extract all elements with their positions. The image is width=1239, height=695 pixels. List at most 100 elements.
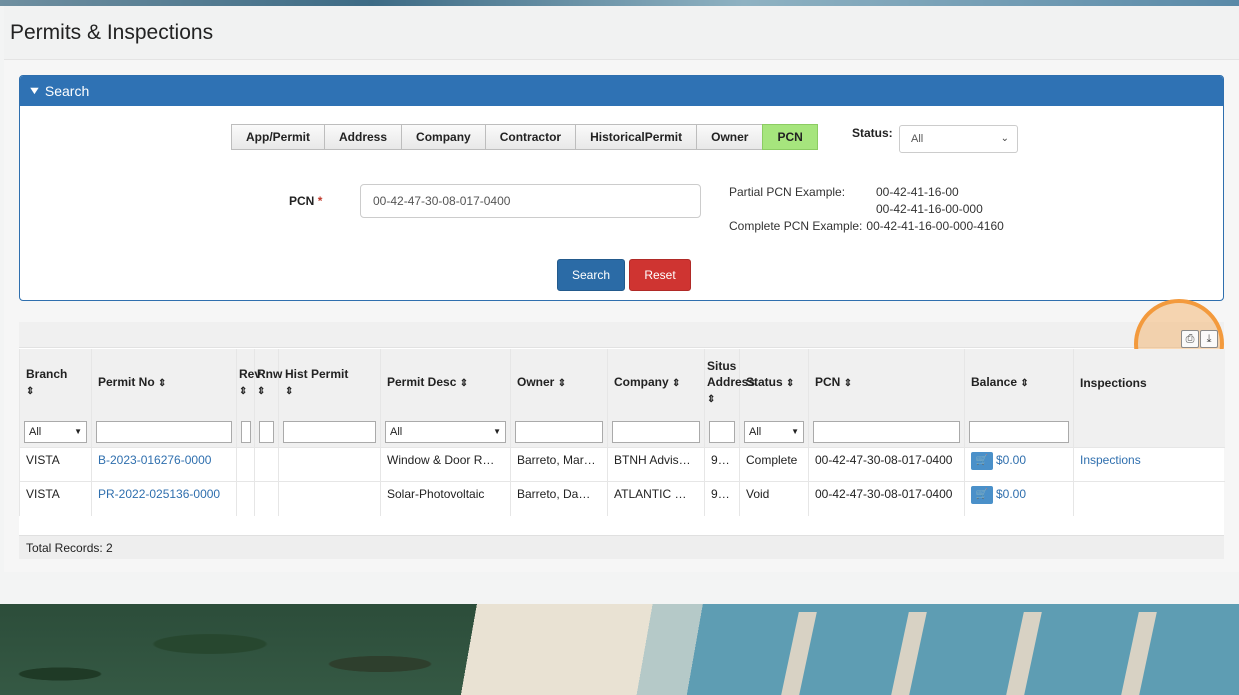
cell-permit-desc: Solar-Photovoltaic xyxy=(380,481,511,516)
rev-filter[interactable] xyxy=(241,421,251,443)
title-bar: Permits & Inspections xyxy=(4,6,1239,60)
column-header-permit-desc[interactable]: Permit Desc ⇕ xyxy=(380,349,511,417)
cart-icon[interactable]: 🛒 xyxy=(971,486,993,504)
cell-hist-permit xyxy=(278,481,381,516)
pcn-label: PCN * xyxy=(289,194,322,208)
print-icon[interactable]: ⎙ xyxy=(1181,330,1199,348)
column-header-hist-permit[interactable]: Hist Permit ⇕ xyxy=(278,349,381,417)
search-type-tabs: App/Permit Address Company Contractor Hi… xyxy=(231,124,818,150)
results-grid: ⎙ ⤓ Branch ⇕ Permit No ⇕ Rev ⇕ Rnw ⇕ Hist P… xyxy=(19,299,1225,559)
inspections-link[interactable]: Inspections xyxy=(1080,453,1141,467)
situs-address-filter[interactable] xyxy=(709,421,735,443)
column-header-rnw[interactable]: Rnw ⇕ xyxy=(254,349,282,417)
column-header-balance[interactable]: Balance ⇕ xyxy=(964,349,1074,417)
cell-company: ATLANTIC … xyxy=(607,481,705,516)
sort-icon: ⇕ xyxy=(239,386,248,397)
tab-company[interactable]: Company xyxy=(401,124,486,150)
permit-no-filter[interactable] xyxy=(96,421,232,443)
status-filter[interactable]: All ▼ xyxy=(744,421,804,443)
permit-desc-filter[interactable]: All ▼ xyxy=(385,421,506,443)
cell-permit-desc: Window & Door R… xyxy=(380,447,511,482)
pcn-input[interactable] xyxy=(360,184,701,218)
column-header-company[interactable]: Company ⇕ xyxy=(607,349,705,417)
background-palms xyxy=(0,604,500,695)
sort-icon: ⇕ xyxy=(672,378,681,389)
cell-branch: VISTA xyxy=(19,481,92,516)
sort-icon: ⇕ xyxy=(158,378,167,389)
sort-icon: ⇕ xyxy=(1020,378,1029,389)
column-header-rev[interactable]: Rev ⇕ xyxy=(236,349,261,417)
reset-button[interactable]: Reset xyxy=(629,259,691,291)
column-header-branch[interactable]: Branch ⇕ xyxy=(19,349,92,417)
pcn-examples: Partial PCN Example: 00-42-41-16-00 00-4… xyxy=(729,184,1004,235)
balance-filter[interactable] xyxy=(969,421,1069,443)
pcn-filter[interactable] xyxy=(813,421,960,443)
sort-icon: ⇕ xyxy=(26,386,35,397)
cell-branch: VISTA xyxy=(19,447,92,482)
caret-down-icon: ▼ xyxy=(791,427,799,436)
filter-row: All ▼ All ▼ All ▼ xyxy=(19,417,1225,448)
chevron-down-icon: ⌄ xyxy=(1000,133,1009,144)
cart-icon[interactable]: 🛒 xyxy=(971,452,993,470)
sort-icon: ⇕ xyxy=(843,378,853,389)
column-header-permit-no[interactable]: Permit No ⇕ xyxy=(91,349,237,417)
cell-situs-address: 966… xyxy=(704,481,740,516)
partial-example-1: 00-42-41-16-00 xyxy=(876,185,959,199)
column-header-pcn[interactable]: PCN ⇕ xyxy=(808,349,965,417)
search-button[interactable]: Search xyxy=(557,259,625,291)
required-marker: * xyxy=(317,194,323,208)
caret-down-icon: ▼ xyxy=(74,427,82,436)
column-header-inspections: Inspections xyxy=(1073,349,1225,417)
chevron-down-icon: ▼ xyxy=(27,85,42,97)
hist-permit-filter[interactable] xyxy=(283,421,376,443)
cell-status: Complete xyxy=(739,447,809,482)
sort-icon: ⇕ xyxy=(257,386,266,397)
results-table: Branch ⇕ Permit No ⇕ Rev ⇕ Rnw ⇕ Hist Permi… xyxy=(19,349,1225,516)
complete-example: 00-42-41-16-00-000-4160 xyxy=(866,219,1004,233)
company-filter[interactable] xyxy=(612,421,700,443)
cell-situs-address: 966… xyxy=(704,447,740,482)
sort-icon: ⇕ xyxy=(285,386,294,397)
download-icon[interactable]: ⤓ xyxy=(1200,330,1218,348)
partial-example-label: Partial PCN Example: xyxy=(729,185,846,199)
column-header-status[interactable]: Status ⇕ xyxy=(739,349,809,417)
tab-pcn[interactable]: PCN xyxy=(762,124,818,150)
permit-no-link[interactable]: PR-2022-025136-0000 xyxy=(98,487,220,501)
partial-example-2: 00-42-41-16-00-000 xyxy=(876,202,983,216)
balance-link[interactable]: $0.00 xyxy=(996,453,1026,467)
cell-rnw xyxy=(254,481,279,516)
page-title: Permits & Inspections xyxy=(10,21,214,44)
sort-icon: ⇕ xyxy=(786,378,795,389)
cell-rev xyxy=(236,447,255,482)
complete-example-label: Complete PCN Example: xyxy=(729,219,863,233)
sort-icon: ⇕ xyxy=(557,378,567,389)
status-select-value: All xyxy=(911,133,924,145)
caret-down-icon: ▼ xyxy=(493,427,501,436)
rnw-filter[interactable] xyxy=(259,421,274,443)
column-header-situs-address[interactable]: Situs Address ⇕ xyxy=(704,349,755,417)
tab-contractor[interactable]: Contractor xyxy=(484,124,577,150)
tab-app-permit[interactable]: App/Permit xyxy=(231,124,326,150)
cell-pcn: 00-42-47-30-08-017-0400 xyxy=(808,447,965,482)
sort-icon: ⇕ xyxy=(707,394,716,405)
column-header-owner[interactable]: Owner ⇕ xyxy=(510,349,608,417)
page-container: Permits & Inspections ▼ Search App/Permi… xyxy=(4,6,1239,572)
table-row: VISTA PR-2022-025136-0000 Solar-Photovol… xyxy=(19,481,1225,516)
owner-filter[interactable] xyxy=(515,421,603,443)
cell-owner: Barreto, Da… xyxy=(510,481,608,516)
tab-historical-permit[interactable]: HistoricalPermit xyxy=(575,124,698,150)
pcn-label-text: PCN xyxy=(289,194,315,208)
search-panel-title: Search xyxy=(44,83,90,99)
cell-company: BTNH Advis… xyxy=(607,447,705,482)
cell-pcn: 00-42-47-30-08-017-0400 xyxy=(808,481,965,516)
branch-filter[interactable]: All ▼ xyxy=(24,421,87,443)
header-row: Branch ⇕ Permit No ⇕ Rev ⇕ Rnw ⇕ Hist Permi… xyxy=(19,349,1225,417)
permit-no-link[interactable]: B-2023-016276-0000 xyxy=(98,453,211,467)
cell-hist-permit xyxy=(278,447,381,482)
balance-link[interactable]: $0.00 xyxy=(996,487,1026,501)
tab-address[interactable]: Address xyxy=(324,124,403,150)
search-panel-header[interactable]: ▼ Search xyxy=(20,76,1223,106)
tab-owner[interactable]: Owner xyxy=(696,124,764,150)
status-select[interactable]: All ⌄ xyxy=(899,125,1018,153)
cell-rev xyxy=(236,481,255,516)
